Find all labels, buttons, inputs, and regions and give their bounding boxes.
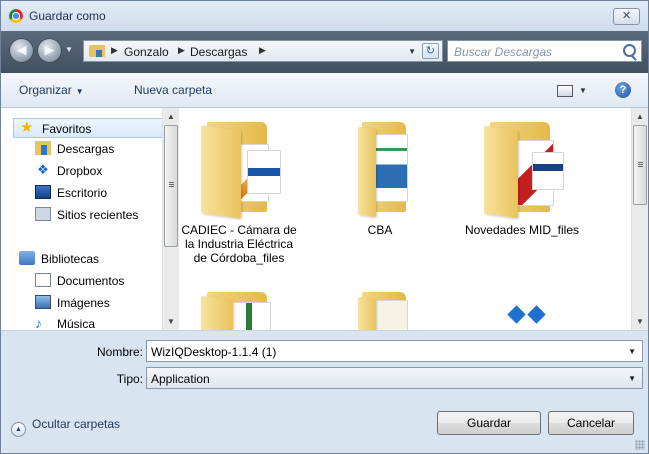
nav-label: Favoritos [42, 122, 92, 136]
search-box[interactable]: Buscar Descargas [447, 40, 642, 62]
view-dropdown-icon[interactable]: ▼ [579, 86, 587, 95]
nav-bibliotecas[interactable]: Bibliotecas [13, 249, 179, 269]
filetype-select[interactable]: Application ▼ [146, 367, 643, 389]
breadcrumb-gonzalo[interactable]: Gonzalo [124, 45, 169, 59]
hide-folders-button[interactable]: ▲ Ocultar carpetas [11, 417, 120, 437]
downloads-icon [35, 141, 51, 155]
cancel-button[interactable]: Cancelar [548, 411, 634, 435]
music-icon: ♪ [35, 315, 42, 330]
desktop-icon [35, 185, 51, 199]
filetype-label: Tipo: [116, 372, 143, 386]
navigation-pane: ★ Favoritos Descargas ❖ Dropbox Escritor… [13, 108, 179, 330]
scroll-up-icon[interactable]: ▲ [167, 112, 175, 121]
breadcrumb-separator-icon[interactable]: ▶ [111, 45, 118, 56]
documents-icon [35, 273, 51, 287]
dropbox-icon: ❖ [37, 162, 49, 177]
downloads-folder-icon [89, 45, 105, 57]
recent-places-icon [35, 207, 51, 221]
nav-label: Sitios recientes [57, 208, 139, 222]
scroll-down-icon[interactable]: ▼ [167, 317, 175, 326]
scroll-down-icon[interactable]: ▼ [636, 317, 644, 326]
file-name: Novedades MID_files [464, 223, 580, 237]
hide-folders-label: Ocultar carpetas [32, 417, 121, 431]
scrollbar-thumb[interactable] [164, 125, 178, 247]
close-button[interactable]: ✕ [613, 8, 640, 25]
nav-label: Música [57, 317, 96, 330]
window-title: Guardar como [29, 9, 106, 23]
nav-label: Documentos [57, 274, 125, 288]
scroll-up-icon[interactable]: ▲ [636, 112, 644, 121]
search-input[interactable]: Buscar Descargas [454, 45, 552, 59]
libraries-icon [19, 251, 35, 265]
file-name: CADIEC - Cámara de la Industria Eléctric… [181, 223, 297, 265]
grip-icon [169, 182, 174, 183]
organize-label: Organizar [19, 83, 72, 97]
nav-favoritos[interactable]: ★ Favoritos [13, 118, 163, 138]
star-icon: ★ [20, 119, 34, 136]
help-icon[interactable]: ? [615, 82, 631, 98]
pictures-icon [35, 295, 51, 309]
back-button[interactable]: ◀ [9, 38, 34, 63]
address-toolbar: ◀ ▶ ▼ ▶ Gonzalo ▶ Descargas ▶ ▼ ↻ Buscar… [1, 31, 648, 73]
filename-input[interactable]: WizIQDesktop-1.1.4 (1) ▼ [146, 340, 643, 362]
refresh-button[interactable]: ↻ [422, 43, 439, 59]
recent-locations-dropdown[interactable]: ▼ [65, 45, 73, 54]
folder-icon [484, 116, 564, 219]
filename-value[interactable]: WizIQDesktop-1.1.4 (1) [151, 345, 276, 359]
breadcrumb-separator-icon[interactable]: ▶ [178, 45, 185, 56]
nav-label: Bibliotecas [41, 252, 100, 266]
folder-icon [201, 116, 281, 219]
dropbox-icon [484, 286, 560, 330]
nav-label: Descargas [57, 142, 115, 156]
search-icon[interactable] [623, 44, 636, 57]
navigation-scrollbar[interactable]: ▲ ▼ [162, 108, 179, 330]
breadcrumb-separator-icon[interactable]: ▶ [259, 45, 266, 56]
save-as-dialog: Guardar como ✕ ◀ ▶ ▼ ▶ Gonzalo ▶ Descarg… [0, 0, 649, 454]
filename-row: Nombre: WizIQDesktop-1.1.4 (1) ▼ [1, 340, 648, 366]
browser-area: ★ Favoritos Descargas ❖ Dropbox Escritor… [1, 108, 648, 331]
chevron-down-icon[interactable]: ▼ [628, 347, 636, 356]
chrome-icon [9, 9, 23, 23]
nav-dropbox[interactable]: ❖ Dropbox [13, 161, 179, 181]
new-folder-button[interactable]: Nueva carpeta [134, 83, 212, 97]
file-list-scrollbar[interactable]: ▲ ▼ [631, 108, 648, 330]
view-options-icon[interactable] [557, 85, 573, 97]
folder-icon [342, 286, 418, 330]
filetype-row: Tipo: Application ▼ [1, 367, 648, 393]
title-bar: Guardar como ✕ [1, 1, 648, 31]
command-bar: Organizar ▼ Nueva carpeta ▼ ? [1, 73, 648, 108]
filename-label: Nombre: [96, 345, 143, 359]
nav-musica[interactable]: ♪ Música [13, 314, 179, 330]
folder-icon [201, 286, 277, 330]
nav-descargas[interactable]: Descargas [13, 139, 179, 159]
nav-label: Dropbox [57, 164, 103, 178]
nav-label: Imágenes [57, 296, 110, 310]
chevron-down-icon[interactable]: ▼ [628, 374, 636, 383]
nav-documentos[interactable]: Documentos [13, 271, 179, 291]
organize-button[interactable]: Organizar ▼ [19, 83, 84, 97]
chevron-down-icon: ▼ [75, 87, 84, 96]
scrollbar-thumb[interactable] [633, 125, 647, 205]
nav-sitios-recientes[interactable]: Sitios recientes [13, 205, 179, 225]
address-dropdown-icon[interactable]: ▼ [408, 47, 416, 56]
chevron-up-icon: ▲ [11, 422, 26, 437]
dialog-footer: ▲ Ocultar carpetas Guardar Cancelar [1, 401, 648, 453]
save-button[interactable]: Guardar [437, 411, 541, 435]
filetype-value[interactable]: Application [151, 372, 210, 386]
breadcrumb-descargas[interactable]: Descargas [190, 45, 247, 59]
address-bar[interactable]: ▶ Gonzalo ▶ Descargas ▶ ▼ ↻ [83, 40, 443, 62]
resize-grip-icon[interactable] [635, 440, 645, 450]
nav-label: Escritorio [57, 186, 108, 200]
folder-icon [342, 116, 418, 218]
forward-button[interactable]: ▶ [37, 38, 62, 63]
nav-escritorio[interactable]: Escritorio [13, 183, 179, 203]
file-name: CBA [367, 223, 393, 237]
grip-icon [638, 162, 643, 163]
file-list: CADIEC - Cámara de la Industria Eléctric… [179, 108, 631, 330]
nav-imagenes[interactable]: Imágenes [13, 293, 179, 313]
